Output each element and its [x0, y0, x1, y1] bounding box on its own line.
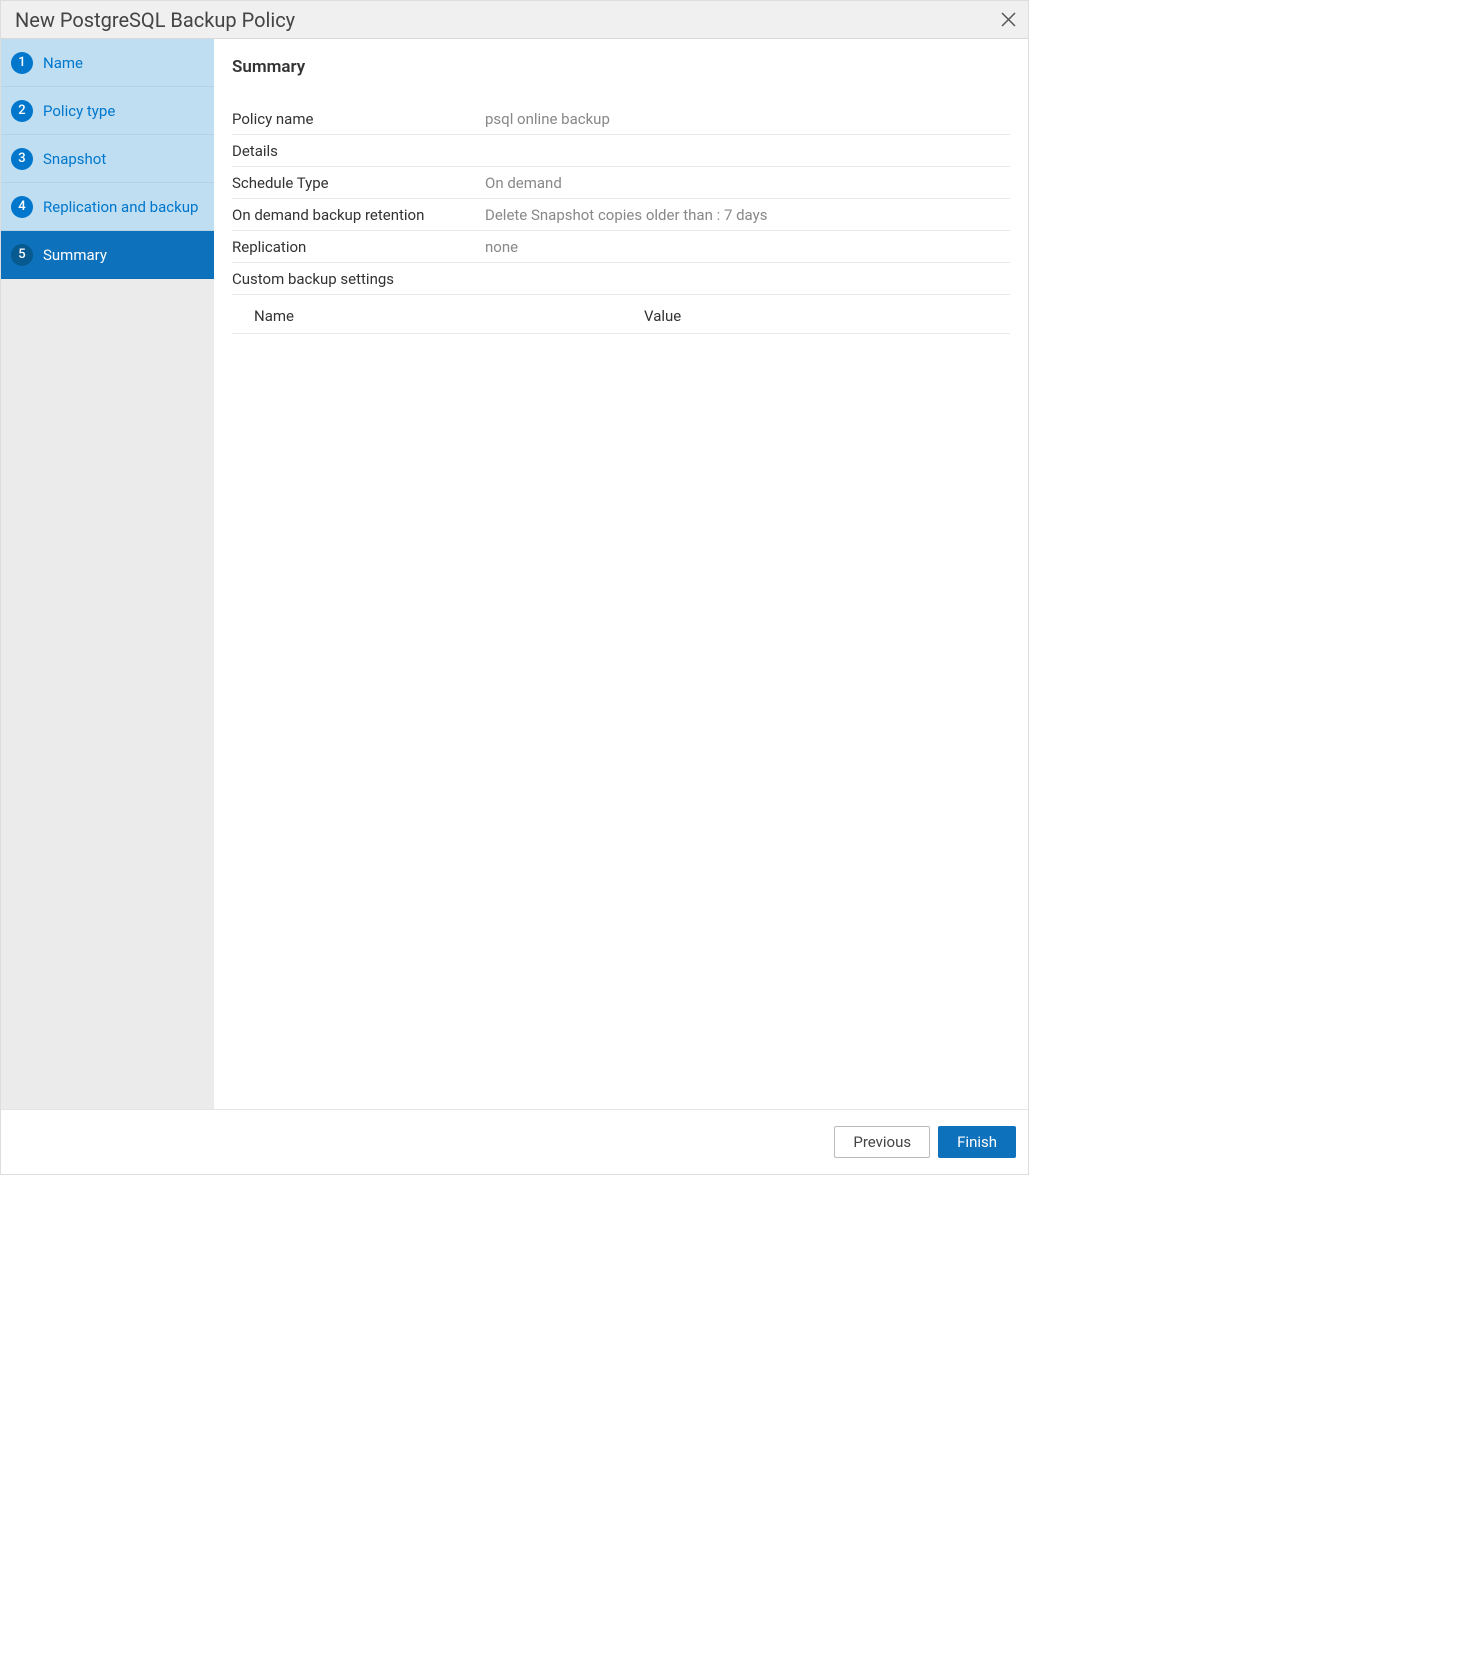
summary-row-retention: On demand backup retention Delete Snapsh…: [232, 199, 1010, 231]
summary-value: none: [485, 238, 518, 256]
custom-backup-table: Name Value: [232, 295, 1010, 334]
summary-row-policy-name: Policy name psql online backup: [232, 103, 1010, 135]
summary-row-custom-backup: Custom backup settings: [232, 263, 1010, 295]
step-summary[interactable]: 5 Summary: [1, 231, 214, 279]
dialog-body: 1 Name 2 Policy type 3 Snapshot 4 Replic…: [1, 39, 1028, 1109]
summary-row-replication: Replication none: [232, 231, 1010, 263]
summary-row-details: Details: [232, 135, 1010, 167]
summary-label: On demand backup retention: [232, 206, 485, 224]
summary-value: On demand: [485, 174, 562, 192]
close-icon: [1001, 12, 1016, 27]
step-label: Name: [43, 54, 83, 72]
summary-label: Custom backup settings: [232, 270, 485, 288]
step-number: 4: [11, 196, 33, 218]
table-header: Name Value: [232, 295, 1010, 334]
dialog-header: New PostgreSQL Backup Policy: [1, 1, 1028, 39]
dialog-footer: Previous Finish: [1, 1109, 1028, 1174]
step-label: Snapshot: [43, 150, 106, 168]
step-name[interactable]: 1 Name: [1, 39, 214, 87]
dialog-new-backup-policy: New PostgreSQL Backup Policy 1 Name 2 Po…: [0, 0, 1029, 1175]
step-snapshot[interactable]: 3 Snapshot: [1, 135, 214, 183]
summary-label: Policy name: [232, 110, 485, 128]
table-header-name: Name: [254, 307, 644, 325]
step-replication-backup[interactable]: 4 Replication and backup: [1, 183, 214, 231]
step-number: 1: [11, 52, 33, 74]
step-number: 2: [11, 100, 33, 122]
content-panel: Summary Policy name psql online backup D…: [214, 39, 1028, 1109]
content-title: Summary: [232, 57, 1010, 77]
table-header-value: Value: [644, 307, 1010, 325]
step-label: Policy type: [43, 102, 115, 120]
previous-button[interactable]: Previous: [834, 1126, 930, 1158]
summary-label: Details: [232, 142, 485, 160]
summary-label: Schedule Type: [232, 174, 485, 192]
step-number: 5: [11, 244, 33, 266]
summary-row-schedule-type: Schedule Type On demand: [232, 167, 1010, 199]
step-label: Replication and backup: [43, 198, 198, 216]
summary-value: Delete Snapshot copies older than : 7 da…: [485, 206, 767, 224]
finish-button[interactable]: Finish: [938, 1126, 1016, 1158]
close-button[interactable]: [998, 10, 1018, 30]
step-number: 3: [11, 148, 33, 170]
step-policy-type[interactable]: 2 Policy type: [1, 87, 214, 135]
summary-label: Replication: [232, 238, 485, 256]
wizard-sidebar: 1 Name 2 Policy type 3 Snapshot 4 Replic…: [1, 39, 214, 1109]
step-label: Summary: [43, 246, 107, 264]
summary-value: psql online backup: [485, 110, 610, 128]
dialog-title: New PostgreSQL Backup Policy: [15, 8, 295, 32]
